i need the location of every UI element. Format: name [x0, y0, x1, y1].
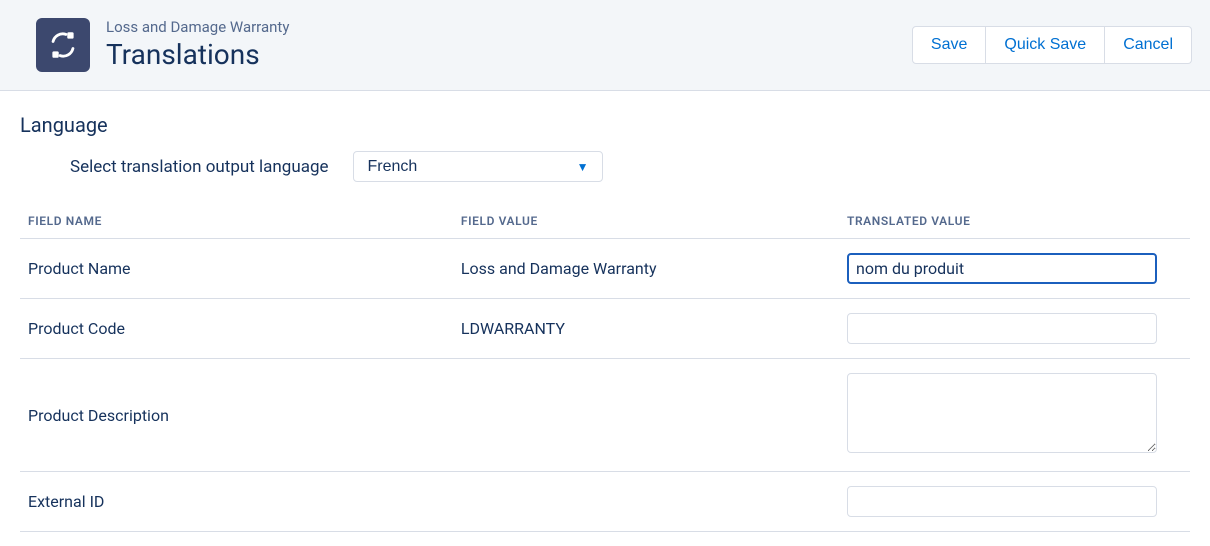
col-header-field-value: FIELD VALUE — [453, 204, 839, 239]
cell-field-value — [453, 359, 839, 472]
breadcrumb: Loss and Damage Warranty — [106, 18, 289, 38]
sync-icon — [46, 28, 80, 62]
language-selector-row: Select translation output language Frenc… — [20, 151, 1190, 182]
cell-translated-value — [839, 359, 1190, 472]
col-header-translated-value: TRANSLATED VALUE — [839, 204, 1190, 239]
language-select-wrap: French ▼ — [353, 151, 603, 182]
translated-value-input[interactable] — [847, 253, 1157, 284]
header-left: Loss and Damage Warranty Translations — [36, 18, 289, 72]
table-row: Product NameLoss and Damage Warranty — [20, 239, 1190, 299]
section-heading-language: Language — [20, 113, 1190, 137]
cancel-button[interactable]: Cancel — [1105, 26, 1192, 65]
col-header-field-name: FIELD NAME — [20, 204, 453, 239]
language-select-label: Select translation output language — [70, 157, 329, 177]
translations-table: FIELD NAME FIELD VALUE TRANSLATED VALUE … — [20, 204, 1190, 532]
cell-field-name: Product Description — [20, 359, 453, 472]
cell-field-name: External ID — [20, 472, 453, 532]
cell-field-value: LDWARRANTY — [453, 299, 839, 359]
translations-table-body: Product NameLoss and Damage WarrantyProd… — [20, 239, 1190, 532]
save-button[interactable]: Save — [912, 26, 986, 65]
cell-field-value — [453, 472, 839, 532]
table-row: External ID — [20, 472, 1190, 532]
quick-save-button[interactable]: Quick Save — [986, 26, 1105, 65]
cell-field-name: Product Code — [20, 299, 453, 359]
translated-value-input[interactable] — [847, 373, 1157, 453]
cell-translated-value — [839, 239, 1190, 299]
header-actions: Save Quick Save Cancel — [912, 26, 1192, 65]
title-block: Loss and Damage Warranty Translations — [106, 18, 289, 71]
table-row: Product CodeLDWARRANTY — [20, 299, 1190, 359]
page-header: Loss and Damage Warranty Translations Sa… — [0, 0, 1210, 91]
language-select[interactable]: French — [353, 151, 603, 182]
cell-field-value: Loss and Damage Warranty — [453, 239, 839, 299]
page-body: Language Select translation output langu… — [0, 91, 1210, 532]
cell-translated-value — [839, 472, 1190, 532]
table-row: Product Description — [20, 359, 1190, 472]
translated-value-input[interactable] — [847, 486, 1157, 517]
cell-field-name: Product Name — [20, 239, 453, 299]
page-title: Translations — [106, 38, 289, 72]
translations-icon — [36, 18, 90, 72]
cell-translated-value — [839, 299, 1190, 359]
translated-value-input[interactable] — [847, 313, 1157, 344]
